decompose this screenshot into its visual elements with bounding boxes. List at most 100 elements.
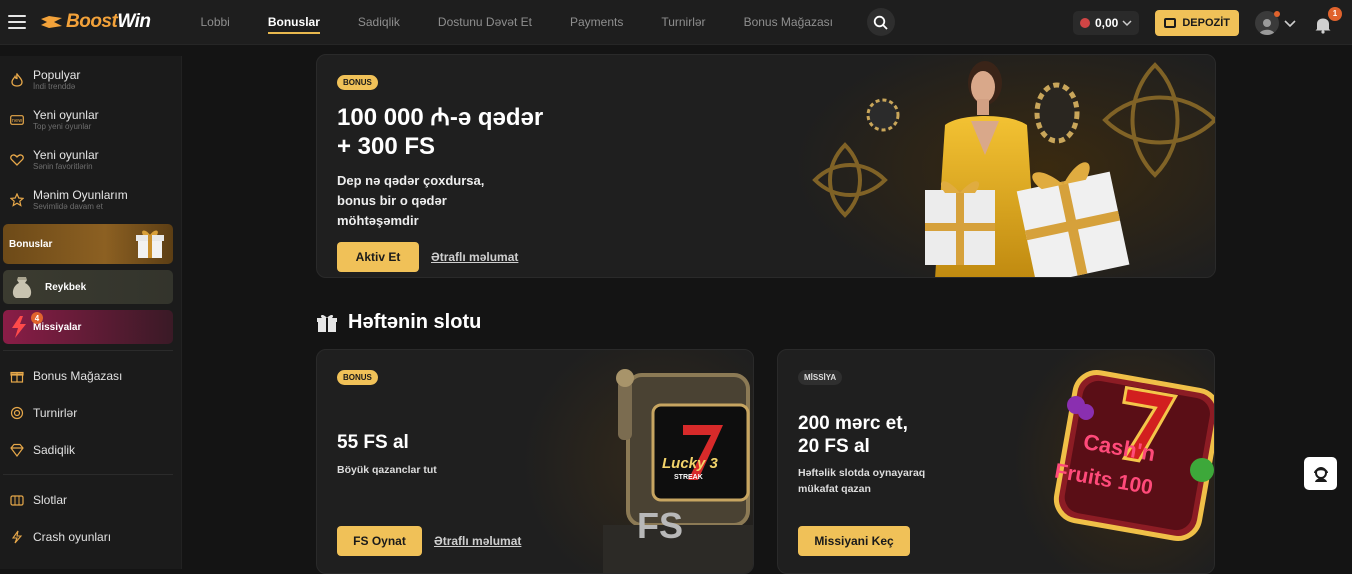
status-dot — [1274, 10, 1280, 17]
bonus-pill: BONUS — [337, 370, 378, 385]
sidebar-item-title: Yeni oyunlar — [33, 107, 99, 122]
header-actions: 0,00 DEPOZİT 1 — [1072, 0, 1342, 45]
hero-description: Dep nə qədər çoxdursa, bonus bir o qədər… — [337, 171, 537, 231]
card-title-line2: 20 FS al — [798, 436, 870, 457]
sidebar-item-title: Populyar — [33, 67, 81, 82]
sidebar-card-label: Reykbek — [45, 281, 87, 293]
hero-banner: BONUS 100 000 ₼-ə qədər + 300 FS Dep nə … — [316, 54, 1216, 278]
support-chat-button[interactable] — [1304, 457, 1337, 490]
slot-title: Lucky 3 — [662, 455, 718, 472]
lightning-icon — [12, 316, 26, 338]
sidebar-link-label: Sadiqlik — [33, 442, 76, 457]
diamond-icon — [10, 443, 24, 457]
star-icon — [10, 193, 24, 207]
gift-icon — [317, 314, 337, 332]
fs-label-art: FS — [637, 505, 684, 546]
nav-payments[interactable]: Payments — [570, 0, 623, 45]
chevron-down-icon — [1284, 19, 1296, 27]
sidebar-item-favorites[interactable]: Yeni oyunlar Sənin favoritlərin — [0, 140, 181, 180]
card-desc-line1: Həftəlik slotda oynayaraq — [798, 467, 926, 479]
bonus-card-fs: Lucky 3 STREAK FS BONUS 55 FS al Böyük q… — [316, 349, 754, 574]
nav-lobbi[interactable]: Lobbi — [200, 0, 229, 45]
sidebar-item-subtitle: Sənin favoritlərin — [33, 161, 93, 171]
section-title: Həftənin slotu — [316, 311, 481, 334]
main-nav: Lobbi Bonuslar Sadiqlik Dostunu Dəvət Et… — [200, 0, 870, 45]
divider — [3, 474, 173, 475]
card-description: Həftəlik slotda oynayaraq mükafat qazan — [798, 465, 925, 497]
sidebar-item-yeni-oyunlar[interactable]: new Yeni oyunlar Top yeni oyunlar — [0, 100, 181, 140]
wallet-icon — [1164, 17, 1177, 28]
sidebar: Populyar İndi trenddə new Yeni oyunlar Top… — [0, 56, 182, 569]
nav-sadiqlik[interactable]: Sadiqlik — [358, 0, 400, 45]
search-icon — [874, 15, 889, 30]
new-icon: new — [10, 113, 24, 127]
deposit-label: DEPOZİT — [1182, 16, 1230, 29]
bonus-pill: BONUS — [337, 75, 378, 90]
sidebar-item-populyar[interactable]: Populyar İndi trenddə — [0, 60, 181, 100]
gift-box-icon — [136, 230, 164, 258]
user-icon — [1259, 18, 1275, 35]
sidebar-item-title: Yeni oyunlar — [33, 147, 99, 162]
sidebar-card-bonuslar[interactable]: Bonuslar — [3, 224, 173, 264]
hero-desc-line2: bonus bir o qədər — [337, 193, 447, 208]
heart-icon — [10, 153, 24, 167]
card-description: Böyük qazanclar tut — [337, 464, 437, 476]
money-bag-icon — [12, 277, 32, 298]
nav-turnirler[interactable]: Turnirlər — [661, 0, 705, 45]
sidebar-card-label: Missiyalar — [33, 321, 82, 333]
nav-dostunu-devet-et[interactable]: Dostunu Dəvət Et — [438, 0, 532, 45]
profile-menu[interactable] — [1255, 10, 1296, 35]
logo-boost: Boost — [66, 11, 118, 32]
logo-win: Win — [117, 11, 151, 32]
sidebar-item-title: Mənim Oyunlarım — [33, 187, 128, 202]
sidebar-item-turnirler[interactable]: Turnirlər — [0, 394, 181, 431]
card-title: 55 FS al — [337, 432, 409, 453]
mission-pill: MİSSİYA — [798, 370, 843, 385]
sidebar-card-missiyalar[interactable]: 4 Missiyalar — [3, 310, 173, 344]
sidebar-item-sadiqlik[interactable]: Sadiqlik — [0, 431, 181, 468]
menu-icon[interactable] — [8, 15, 26, 29]
search-button[interactable] — [866, 8, 895, 36]
hero-title-line2: + 300 FS — [337, 133, 436, 160]
more-info-link[interactable]: Ətraflı məlumat — [434, 534, 521, 548]
sidebar-item-bonus-magazasi[interactable]: Bonus Mağazası — [0, 357, 181, 394]
sidebar-item-crash-oyunlari[interactable]: Crash oyunları — [0, 518, 181, 555]
card-title: 200 mərc et, 20 FS al — [798, 412, 908, 458]
logo-mark-icon — [41, 16, 62, 28]
hero-desc-line1: Dep nə qədər çoxdursa, — [337, 173, 485, 188]
missions-badge: 4 — [31, 312, 43, 324]
card-title-line1: 200 mərc et, — [798, 413, 908, 434]
coin-icon — [1079, 17, 1090, 28]
hero-title-line1: 100 000 ₼-ə qədər — [337, 104, 544, 131]
more-info-link[interactable]: Ətraflı məlumat — [431, 250, 518, 264]
sidebar-link-label: Slotlar — [33, 492, 68, 507]
balance-dropdown[interactable]: 0,00 — [1072, 10, 1140, 35]
hero-title: 100 000 ₼-ə qədər + 300 FS — [337, 103, 543, 161]
card-desc-line2: mükafat qazan — [798, 483, 871, 495]
sidebar-item-subtitle: Sevimlidə davam et — [33, 201, 103, 211]
fire-icon — [10, 73, 24, 87]
sidebar-item-menim-oyunlarim[interactable]: Mənim Oyunlarım Sevimlidə davam et — [0, 180, 181, 220]
logo[interactable]: Boost Win — [40, 11, 151, 33]
complete-mission-button[interactable]: Missiyani Keç — [798, 526, 910, 556]
notifications-button[interactable]: 1 — [1314, 6, 1342, 34]
sidebar-item-slotlar[interactable]: Slotlar — [0, 481, 181, 518]
sidebar-link-label: Bonus Mağazası — [33, 368, 123, 383]
deposit-button[interactable]: DEPOZİT — [1155, 9, 1239, 36]
nav-bonus-magazasi[interactable]: Bonus Mağazası — [744, 0, 833, 45]
slot-game-art — [1014, 350, 1214, 573]
hero-desc-line3: möhtəşəmdir — [337, 213, 419, 228]
sidebar-item-subtitle: Top yeni oyunlar — [33, 121, 92, 131]
sidebar-card-reykbek[interactable]: Reykbek — [3, 270, 173, 304]
chevron-down-icon — [1122, 19, 1132, 26]
nav-bonuslar[interactable]: Bonuslar — [267, 0, 320, 45]
sidebar-item-subtitle: İndi trenddə — [33, 81, 76, 91]
activate-button[interactable]: Aktiv Et — [337, 242, 419, 272]
svg-text:new: new — [12, 118, 22, 124]
sidebar-link-label: Crash oyunları — [33, 529, 112, 544]
support-agent-icon — [1313, 466, 1328, 482]
lightning-icon — [11, 530, 23, 543]
sidebar-link-label: Turnirlər — [33, 405, 78, 420]
gift-icon — [10, 371, 24, 383]
play-fs-button[interactable]: FS Oynat — [337, 526, 422, 556]
